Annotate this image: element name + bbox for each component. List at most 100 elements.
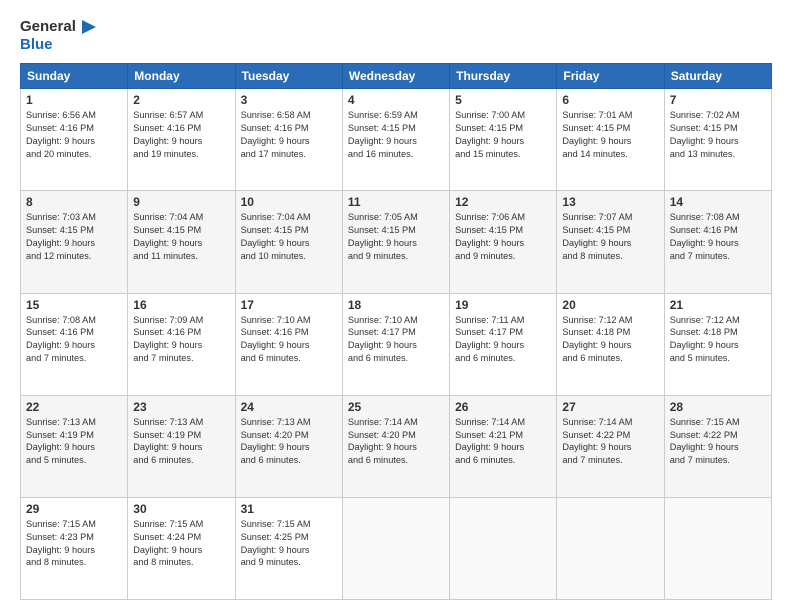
day-info: Sunrise: 7:13 AMSunset: 4:19 PMDaylight:…	[26, 416, 122, 468]
calendar-cell: 12Sunrise: 7:06 AMSunset: 4:15 PMDayligh…	[450, 191, 557, 293]
day-number: 28	[670, 400, 766, 414]
day-info: Sunrise: 7:00 AMSunset: 4:15 PMDaylight:…	[455, 109, 551, 161]
day-number: 3	[241, 93, 337, 107]
day-info: Sunrise: 6:57 AMSunset: 4:16 PMDaylight:…	[133, 109, 229, 161]
calendar-cell: 17Sunrise: 7:10 AMSunset: 4:16 PMDayligh…	[235, 293, 342, 395]
day-number: 24	[241, 400, 337, 414]
col-header-tuesday: Tuesday	[235, 64, 342, 89]
day-info: Sunrise: 7:12 AMSunset: 4:18 PMDaylight:…	[562, 314, 658, 366]
calendar-cell: 23Sunrise: 7:13 AMSunset: 4:19 PMDayligh…	[128, 395, 235, 497]
day-number: 22	[26, 400, 122, 414]
col-header-saturday: Saturday	[664, 64, 771, 89]
day-number: 6	[562, 93, 658, 107]
calendar-cell	[450, 497, 557, 599]
day-number: 1	[26, 93, 122, 107]
day-info: Sunrise: 7:15 AMSunset: 4:23 PMDaylight:…	[26, 518, 122, 570]
calendar-cell: 22 Sunrise: 7:13 AMSunset: 4:19 PMDayligh…	[21, 395, 128, 497]
day-number: 2	[133, 93, 229, 107]
day-info: Sunrise: 7:14 AMSunset: 4:20 PMDaylight:…	[348, 416, 444, 468]
calendar-cell: 15 Sunrise: 7:08 AMSunset: 4:16 PMDayligh…	[21, 293, 128, 395]
col-header-friday: Friday	[557, 64, 664, 89]
day-number: 20	[562, 298, 658, 312]
day-number: 18	[348, 298, 444, 312]
day-info: Sunrise: 7:06 AMSunset: 4:15 PMDaylight:…	[455, 211, 551, 263]
col-header-wednesday: Wednesday	[342, 64, 449, 89]
day-info: Sunrise: 7:01 AMSunset: 4:15 PMDaylight:…	[562, 109, 658, 161]
calendar-cell: 18 Sunrise: 7:10 AMSunset: 4:17 PMDayligh…	[342, 293, 449, 395]
calendar-cell: 14 Sunrise: 7:08 AMSunset: 4:16 PMDayligh…	[664, 191, 771, 293]
day-info: Sunrise: 7:08 AMSunset: 4:16 PMDaylight:…	[26, 314, 122, 366]
calendar-cell: 2 Sunrise: 6:57 AMSunset: 4:16 PMDaylight…	[128, 89, 235, 191]
calendar-cell: 20 Sunrise: 7:12 AMSunset: 4:18 PMDayligh…	[557, 293, 664, 395]
col-header-sunday: Sunday	[21, 64, 128, 89]
calendar-cell: 27 Sunrise: 7:14 AMSunset: 4:22 PMDayligh…	[557, 395, 664, 497]
day-number: 11	[348, 195, 444, 209]
page: General Blue SundayMondayTuesdayWednesda…	[0, 0, 792, 612]
day-number: 19	[455, 298, 551, 312]
day-info: Sunrise: 7:15 AMSunset: 4:24 PMDaylight:…	[133, 518, 229, 570]
day-info: Sunrise: 7:15 AMSunset: 4:22 PMDaylight:…	[670, 416, 766, 468]
calendar-cell: 6 Sunrise: 7:01 AMSunset: 4:15 PMDaylight…	[557, 89, 664, 191]
calendar-cell: 31 Sunrise: 7:15 AMSunset: 4:25 PMDayligh…	[235, 497, 342, 599]
calendar-cell: 9 Sunrise: 7:04 AMSunset: 4:15 PMDaylight…	[128, 191, 235, 293]
calendar-cell: 4 Sunrise: 6:59 AMSunset: 4:15 PMDaylight…	[342, 89, 449, 191]
day-info: Sunrise: 6:58 AMSunset: 4:16 PMDaylight:…	[241, 109, 337, 161]
calendar-cell: 5 Sunrise: 7:00 AMSunset: 4:15 PMDaylight…	[450, 89, 557, 191]
calendar-cell: 7 Sunrise: 7:02 AMSunset: 4:15 PMDaylight…	[664, 89, 771, 191]
calendar-cell	[342, 497, 449, 599]
calendar-cell: 25 Sunrise: 7:14 AMSunset: 4:20 PMDayligh…	[342, 395, 449, 497]
day-number: 16	[133, 298, 229, 312]
day-info: Sunrise: 7:09 AMSunset: 4:16 PMDaylight:…	[133, 314, 229, 366]
day-number: 10	[241, 195, 337, 209]
day-number: 4	[348, 93, 444, 107]
logo: General Blue	[20, 18, 96, 53]
day-number: 8	[26, 195, 122, 209]
day-number: 15	[26, 298, 122, 312]
day-info: Sunrise: 7:08 AMSunset: 4:16 PMDaylight:…	[670, 211, 766, 263]
logo-text: General Blue	[20, 18, 96, 53]
day-number: 29	[26, 502, 122, 516]
calendar-cell: 16 Sunrise: 7:09 AMSunset: 4:16 PMDayligh…	[128, 293, 235, 395]
calendar-cell: 13 Sunrise: 7:07 AMSunset: 4:15 PMDayligh…	[557, 191, 664, 293]
day-number: 9	[133, 195, 229, 209]
col-header-monday: Monday	[128, 64, 235, 89]
day-number: 30	[133, 502, 229, 516]
day-number: 27	[562, 400, 658, 414]
day-info: Sunrise: 7:04 AMSunset: 4:15 PMDaylight:…	[133, 211, 229, 263]
day-number: 23	[133, 400, 229, 414]
day-number: 5	[455, 93, 551, 107]
calendar-cell: 11 Sunrise: 7:05 AMSunset: 4:15 PMDayligh…	[342, 191, 449, 293]
day-info: Sunrise: 7:05 AMSunset: 4:15 PMDaylight:…	[348, 211, 444, 263]
day-info: Sunrise: 6:56 AMSunset: 4:16 PMDaylight:…	[26, 109, 122, 161]
day-number: 13	[562, 195, 658, 209]
calendar-cell: 30 Sunrise: 7:15 AMSunset: 4:24 PMDayligh…	[128, 497, 235, 599]
day-info: Sunrise: 7:13 AMSunset: 4:20 PMDaylight:…	[241, 416, 337, 468]
logo-triangle-icon	[78, 18, 96, 36]
day-info: Sunrise: 7:02 AMSunset: 4:15 PMDaylight:…	[670, 109, 766, 161]
day-info: Sunrise: 7:15 AMSunset: 4:25 PMDaylight:…	[241, 518, 337, 570]
day-number: 7	[670, 93, 766, 107]
day-info: Sunrise: 7:14 AMSunset: 4:21 PMDaylight:…	[455, 416, 551, 468]
calendar-cell: 3 Sunrise: 6:58 AMSunset: 4:16 PMDaylight…	[235, 89, 342, 191]
day-number: 31	[241, 502, 337, 516]
day-info: Sunrise: 7:10 AMSunset: 4:17 PMDaylight:…	[348, 314, 444, 366]
calendar-cell: 10 Sunrise: 7:04 AMSunset: 4:15 PMDayligh…	[235, 191, 342, 293]
header: General Blue	[20, 18, 772, 53]
day-info: Sunrise: 7:11 AMSunset: 4:17 PMDaylight:…	[455, 314, 551, 366]
calendar-cell: 26Sunrise: 7:14 AMSunset: 4:21 PMDayligh…	[450, 395, 557, 497]
calendar-cell: 29 Sunrise: 7:15 AMSunset: 4:23 PMDayligh…	[21, 497, 128, 599]
day-number: 25	[348, 400, 444, 414]
col-header-thursday: Thursday	[450, 64, 557, 89]
day-info: Sunrise: 7:07 AMSunset: 4:15 PMDaylight:…	[562, 211, 658, 263]
calendar-cell: 1 Sunrise: 6:56 AMSunset: 4:16 PMDaylight…	[21, 89, 128, 191]
day-info: Sunrise: 7:10 AMSunset: 4:16 PMDaylight:…	[241, 314, 337, 366]
day-info: Sunrise: 7:03 AMSunset: 4:15 PMDaylight:…	[26, 211, 122, 263]
day-info: Sunrise: 7:14 AMSunset: 4:22 PMDaylight:…	[562, 416, 658, 468]
calendar-cell: 24 Sunrise: 7:13 AMSunset: 4:20 PMDayligh…	[235, 395, 342, 497]
day-info: Sunrise: 7:12 AMSunset: 4:18 PMDaylight:…	[670, 314, 766, 366]
day-number: 21	[670, 298, 766, 312]
calendar-cell: 8 Sunrise: 7:03 AMSunset: 4:15 PMDaylight…	[21, 191, 128, 293]
day-info: Sunrise: 6:59 AMSunset: 4:15 PMDaylight:…	[348, 109, 444, 161]
day-info: Sunrise: 7:04 AMSunset: 4:15 PMDaylight:…	[241, 211, 337, 263]
day-number: 14	[670, 195, 766, 209]
